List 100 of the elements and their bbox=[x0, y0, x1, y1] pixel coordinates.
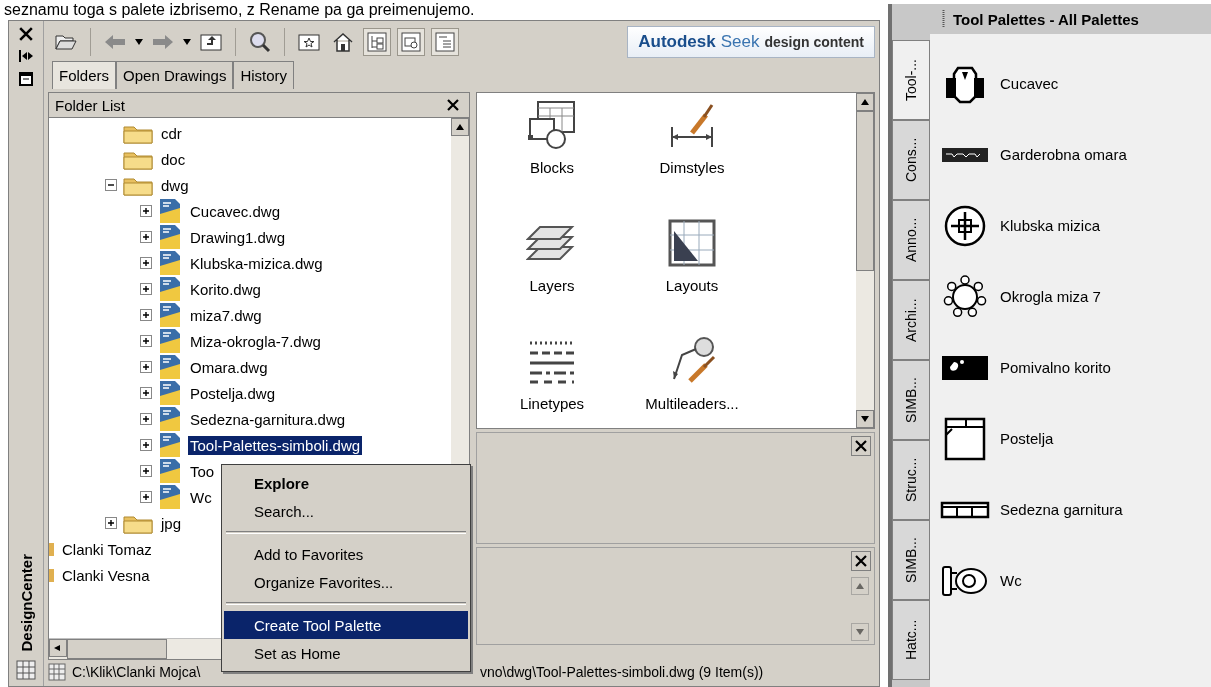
toggle-button[interactable] bbox=[363, 28, 391, 56]
drawing-file-icon bbox=[158, 276, 182, 302]
tool-label[interactable]: Wc bbox=[1000, 572, 1022, 589]
expand-icon[interactable] bbox=[140, 309, 152, 321]
drawing-file-icon bbox=[158, 224, 182, 250]
wardrobe-icon bbox=[940, 146, 990, 163]
expand-icon[interactable] bbox=[140, 283, 152, 295]
up-folder-icon bbox=[200, 33, 222, 51]
tree-item[interactable]: Clanki Tomaz bbox=[60, 539, 154, 559]
tree-item[interactable]: Sedezna-garnitura.dwg bbox=[188, 409, 348, 429]
up-arrow-icon bbox=[861, 99, 869, 105]
blocks-icon bbox=[526, 99, 578, 151]
description-icon bbox=[435, 32, 455, 52]
menu-item[interactable]: Create Tool Palette bbox=[224, 611, 468, 639]
tool-label[interactable]: Klubska mizica bbox=[1000, 217, 1101, 234]
sofa-icon bbox=[940, 500, 990, 519]
expand-icon[interactable] bbox=[140, 361, 152, 373]
expand-icon[interactable] bbox=[140, 335, 152, 347]
tab[interactable]: History bbox=[233, 61, 295, 89]
palette-tab[interactable]: SIMB... bbox=[892, 360, 930, 440]
expand-icon[interactable] bbox=[140, 413, 152, 425]
tool-label[interactable]: Sedezna garnitura bbox=[1000, 501, 1123, 518]
close-icon[interactable] bbox=[855, 555, 867, 567]
tool-label[interactable]: Pomivalno korito bbox=[1000, 359, 1111, 376]
content-item-label[interactable]: Blocks bbox=[529, 159, 575, 176]
tool-label[interactable]: Okrogla miza 7 bbox=[1000, 288, 1101, 305]
grid-icon[interactable] bbox=[16, 660, 36, 680]
expand-icon[interactable] bbox=[140, 231, 152, 243]
tree-item[interactable]: doc bbox=[159, 149, 188, 169]
tool-label[interactable]: Cucavec bbox=[1000, 75, 1059, 92]
status-path: vno\dwg\Tool-Palettes-simboli.dwg (9 Item(s)) bbox=[480, 664, 765, 680]
vertical-scrollbar[interactable] bbox=[856, 93, 874, 428]
menu-item[interactable]: Search... bbox=[224, 497, 468, 525]
tab[interactable]: Folders bbox=[52, 61, 117, 89]
tree-item[interactable]: Postelja.dwg bbox=[188, 383, 278, 403]
palette-tab[interactable]: Cons... bbox=[892, 120, 930, 200]
expand-icon[interactable] bbox=[140, 387, 152, 399]
up-arrow-icon bbox=[856, 583, 864, 589]
palette-tab[interactable]: Hatc... bbox=[892, 600, 930, 680]
menu-item[interactable]: Organize Favorites... bbox=[224, 568, 468, 596]
tree-item[interactable]: miza7.dwg bbox=[188, 305, 264, 325]
tree-item[interactable]: Korito.dwg bbox=[188, 279, 263, 299]
close-icon[interactable] bbox=[447, 99, 459, 111]
expand-icon[interactable] bbox=[140, 257, 152, 269]
tree-item[interactable]: dwg bbox=[159, 175, 191, 195]
auto-hide-icon[interactable] bbox=[18, 49, 34, 63]
drawing-file-icon bbox=[158, 484, 182, 510]
tree-item[interactable]: Clanki Vesna bbox=[60, 565, 152, 585]
tree-item[interactable]: Cucavec.dwg bbox=[188, 201, 283, 221]
palette-tab[interactable]: Tool-... bbox=[892, 40, 930, 120]
tree-item[interactable]: Klubska-mizica.dwg bbox=[188, 253, 325, 273]
tree-item[interactable]: Omara.dwg bbox=[188, 357, 270, 377]
menu-item[interactable]: Set as Home bbox=[224, 639, 468, 667]
panel-title: Folder List bbox=[55, 96, 126, 114]
tree-item[interactable]: Tool-Palettes-simboli.dwg bbox=[188, 435, 363, 455]
toggle-button[interactable] bbox=[431, 28, 459, 56]
palette-tab[interactable]: Anno... bbox=[892, 200, 930, 280]
expand-icon[interactable] bbox=[140, 491, 152, 503]
seek-banner[interactable]: Autodesk Seek design content bbox=[627, 26, 875, 58]
palette-tab[interactable]: Struc... bbox=[892, 440, 930, 520]
expand-icon[interactable] bbox=[140, 465, 152, 477]
content-item-label[interactable]: Linetypes bbox=[519, 395, 585, 412]
menu-item[interactable]: Explore bbox=[224, 469, 468, 497]
grid-icon bbox=[48, 663, 66, 681]
collapse-icon[interactable] bbox=[105, 179, 117, 191]
toggle-button[interactable] bbox=[397, 28, 425, 56]
content-item-label[interactable]: Dimstyles bbox=[659, 159, 725, 176]
expand-icon[interactable] bbox=[140, 439, 152, 451]
tool-label[interactable]: Garderobna omara bbox=[1000, 146, 1127, 163]
tree-item[interactable]: Miza-okrogla-7.dwg bbox=[188, 331, 323, 351]
drawing-file-icon bbox=[158, 406, 182, 432]
drawing-file-icon bbox=[158, 328, 182, 354]
tree-item[interactable]: Wc bbox=[188, 487, 214, 507]
grip-icon[interactable] bbox=[942, 10, 945, 28]
menu-item[interactable]: Add to Favorites bbox=[224, 540, 468, 568]
close-icon[interactable] bbox=[855, 440, 867, 452]
tagline-text: design content bbox=[764, 34, 864, 50]
tool-label[interactable]: Postelja bbox=[1000, 430, 1054, 447]
content-item-label[interactable]: Multileaders... bbox=[645, 395, 739, 412]
star-folder-icon bbox=[298, 33, 320, 51]
tree-item[interactable]: Drawing1.dwg bbox=[188, 227, 288, 247]
down-arrow-icon bbox=[135, 39, 143, 45]
left-arrow-icon bbox=[54, 645, 62, 651]
close-icon[interactable] bbox=[19, 27, 33, 41]
palette-tab[interactable]: Archi... bbox=[892, 280, 930, 360]
content-item-label[interactable]: Layers bbox=[529, 277, 575, 294]
expand-icon[interactable] bbox=[105, 517, 117, 529]
palette-tab[interactable]: SIMB... bbox=[892, 520, 930, 600]
drawing-file-icon bbox=[158, 458, 182, 484]
preview-icon bbox=[401, 32, 421, 52]
tree-item[interactable]: Too bbox=[188, 461, 217, 481]
down-arrow-icon bbox=[861, 416, 869, 422]
tree-item[interactable]: cdr bbox=[159, 123, 184, 143]
tab[interactable]: Open Drawings bbox=[116, 61, 234, 89]
status-path: C:\Klik\Clanki Mojca\ bbox=[72, 664, 202, 680]
tree-item[interactable]: jpg bbox=[159, 513, 184, 533]
properties-icon[interactable] bbox=[18, 71, 34, 87]
drawing-file-icon bbox=[158, 198, 182, 224]
content-item-label[interactable]: Layouts bbox=[665, 277, 719, 294]
expand-icon[interactable] bbox=[140, 205, 152, 217]
